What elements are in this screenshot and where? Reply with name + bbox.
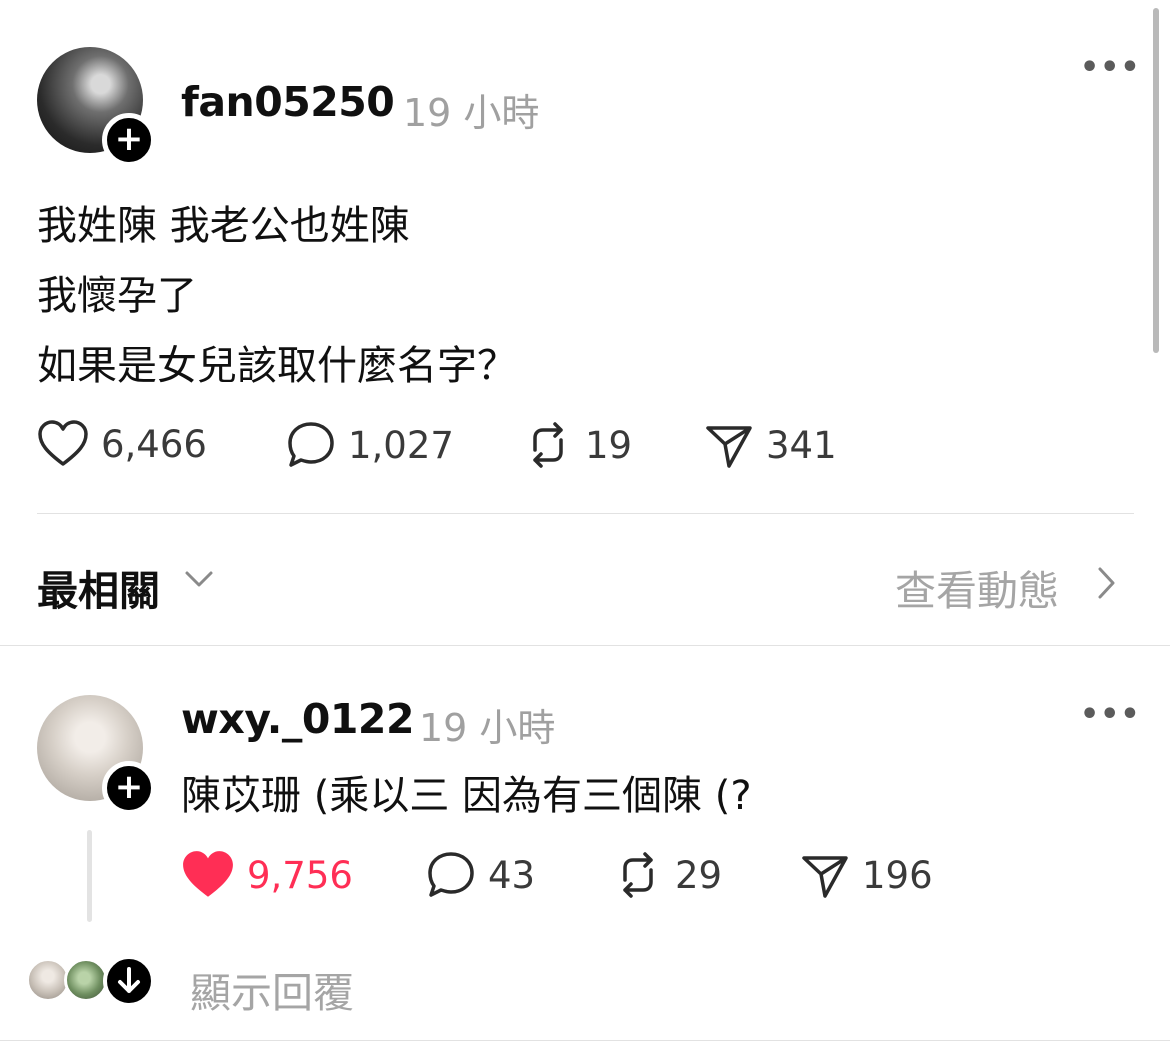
post-username[interactable]: fan05250 xyxy=(181,78,395,126)
divider xyxy=(0,1040,1170,1041)
post-share-button[interactable]: 341 xyxy=(704,420,837,470)
reply-username[interactable]: wxy._0122 xyxy=(181,695,414,743)
reply-comment-button[interactable]: 43 xyxy=(426,850,535,900)
post-repost-count: 19 xyxy=(585,423,633,467)
post-repost-button[interactable]: 19 xyxy=(523,420,632,470)
post-timestamp: 19 小時 xyxy=(403,91,540,135)
send-icon xyxy=(802,856,848,898)
divider xyxy=(0,645,1170,646)
scrollbar[interactable] xyxy=(1153,8,1159,353)
heart-icon xyxy=(38,420,88,466)
post-more-icon[interactable]: ••• xyxy=(1080,50,1141,85)
heart-filled-icon xyxy=(183,851,233,897)
comment-bubble-icon xyxy=(288,422,334,467)
post-comment-count: 1,027 xyxy=(348,423,454,467)
reply-repost-count: 29 xyxy=(675,853,723,897)
sort-dropdown-label[interactable]: 最相關 xyxy=(37,557,160,617)
post-share-count: 341 xyxy=(766,423,837,467)
follow-plus-icon[interactable]: + xyxy=(102,761,156,815)
post-like-button[interactable]: 6,466 xyxy=(37,420,207,468)
post-like-count: 6,466 xyxy=(101,422,207,466)
reply-more-icon[interactable]: ••• xyxy=(1080,697,1141,732)
post-text-line-2: 我懷孕了 xyxy=(37,273,197,319)
thread-line xyxy=(87,830,92,922)
chevron-right-icon[interactable] xyxy=(1096,566,1118,600)
show-replies-link[interactable]: 顯示回覆 xyxy=(190,959,354,1019)
reply-avatar-thumb xyxy=(64,958,108,1002)
reply-repost-button[interactable]: 29 xyxy=(613,850,722,900)
reply-text: 陳苡珊 (乘以三 因為有三個陳 (? xyxy=(181,773,752,819)
send-icon xyxy=(706,426,752,468)
repost-icon xyxy=(623,852,653,898)
chevron-down-icon[interactable] xyxy=(183,563,215,595)
reply-share-button[interactable]: 196 xyxy=(800,850,933,900)
reply-share-count: 196 xyxy=(862,853,933,897)
arrow-down-icon[interactable] xyxy=(103,955,155,1007)
reply-timestamp: 19 小時 xyxy=(419,706,556,750)
comment-bubble-icon xyxy=(428,852,474,897)
follow-plus-icon[interactable]: + xyxy=(102,113,156,167)
post-text-line-3: 如果是女兒該取什麼名字？ xyxy=(37,343,517,389)
reply-like-count: 9,756 xyxy=(247,853,353,897)
reply-comment-count: 43 xyxy=(488,853,536,897)
view-activity-link[interactable]: 查看動態 xyxy=(895,557,1059,617)
post-comment-button[interactable]: 1,027 xyxy=(286,420,454,470)
repost-icon xyxy=(533,422,563,468)
divider xyxy=(37,513,1134,514)
post-text-line-1: 我姓陳 我老公也姓陳 xyxy=(37,203,410,249)
reply-like-button[interactable]: 9,756 xyxy=(181,850,353,900)
